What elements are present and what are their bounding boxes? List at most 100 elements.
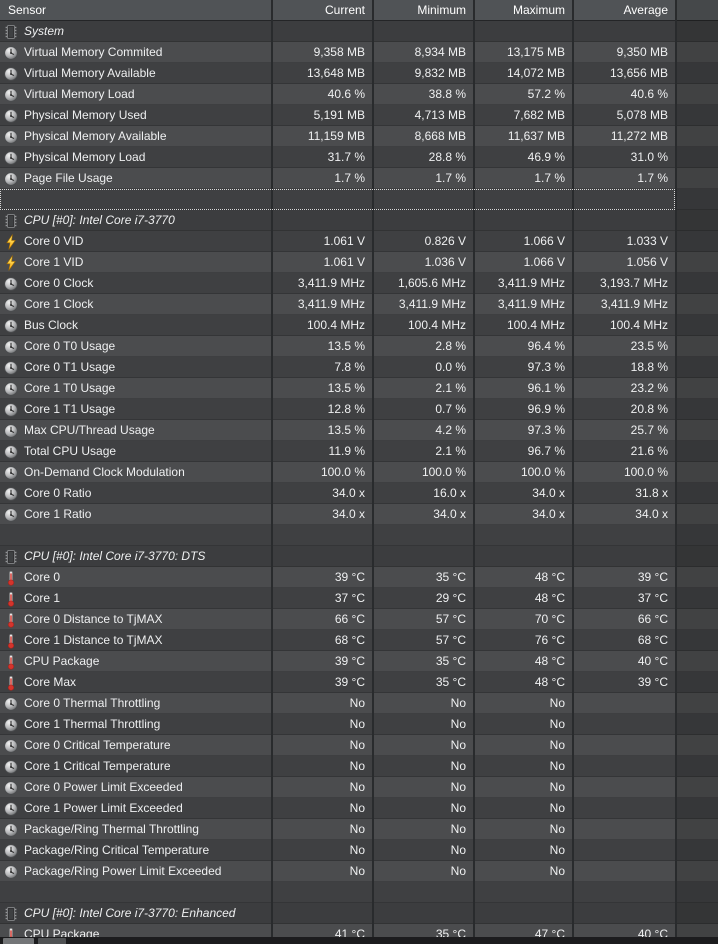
sensor-row[interactable]: Core 1 Thermal ThrottlingNoNoNo — [0, 714, 718, 735]
minimum-value-cell: 29 °C — [372, 588, 473, 609]
section-row[interactable]: System — [0, 21, 718, 42]
current-value-cell: 37 °C — [271, 588, 372, 609]
sensor-row[interactable]: Core 0 VID1.061 V0.826 V1.066 V1.033 V — [0, 231, 718, 252]
maximum-value-cell: 97.3 % — [473, 357, 572, 378]
column-header-minimum[interactable]: Minimum — [372, 0, 473, 21]
gauge-icon — [3, 45, 19, 61]
sensor-row[interactable]: Core 0 T1 Usage7.8 %0.0 %97.3 %18.8 % — [0, 357, 718, 378]
current-value-cell — [271, 189, 372, 210]
sensor-row[interactable]: Package/Ring Thermal ThrottlingNoNoNo — [0, 819, 718, 840]
row-right-strip — [675, 231, 718, 252]
sensor-cell — [0, 189, 271, 210]
sensor-row[interactable]: On-Demand Clock Modulation100.0 %100.0 %… — [0, 462, 718, 483]
sensor-row[interactable]: Core 1 Ratio34.0 x34.0 x34.0 x34.0 x — [0, 504, 718, 525]
maximum-value-cell: 3,411.9 MHz — [473, 273, 572, 294]
sensor-row[interactable]: Core 0 T0 Usage13.5 %2.8 %96.4 %23.5 % — [0, 336, 718, 357]
average-value-cell — [572, 210, 675, 231]
sensor-row[interactable]: Core 0 Power Limit ExceededNoNoNo — [0, 777, 718, 798]
gauge-icon — [3, 360, 19, 376]
sensor-row[interactable]: Core 0 Clock3,411.9 MHz1,605.6 MHz3,411.… — [0, 273, 718, 294]
sensor-row[interactable]: Virtual Memory Available13,648 MB9,832 M… — [0, 63, 718, 84]
sensor-cell: Virtual Memory Commited — [0, 42, 271, 63]
minimum-value-cell: No — [372, 714, 473, 735]
row-right-strip — [675, 714, 718, 735]
thermometer-icon — [3, 654, 19, 670]
empty-row[interactable] — [0, 882, 718, 903]
row-right-strip — [675, 483, 718, 504]
average-value-cell — [572, 546, 675, 567]
sensor-label: Core 1 T1 Usage — [24, 399, 271, 420]
column-header-sensor[interactable]: Sensor — [0, 0, 271, 21]
current-value-cell: 68 °C — [271, 630, 372, 651]
sensor-row[interactable]: Bus Clock100.4 MHz100.4 MHz100.4 MHz100.… — [0, 315, 718, 336]
toolbar-button-fragment[interactable] — [38, 938, 66, 944]
section-row[interactable]: CPU [#0]: Intel Core i7-3770: Enhanced — [0, 903, 718, 924]
sensor-row[interactable]: Core 1 Clock3,411.9 MHz3,411.9 MHz3,411.… — [0, 294, 718, 315]
section-row[interactable]: CPU [#0]: Intel Core i7-3770: DTS — [0, 546, 718, 567]
empty-row[interactable] — [0, 189, 718, 210]
sensor-row[interactable]: Virtual Memory Load40.6 %38.8 %57.2 %40.… — [0, 84, 718, 105]
gauge-icon — [3, 108, 19, 124]
sensor-row[interactable]: Physical Memory Used5,191 MB4,713 MB7,68… — [0, 105, 718, 126]
sensor-row[interactable]: Core 1 VID1.061 V1.036 V1.066 V1.056 V — [0, 252, 718, 273]
sensor-row[interactable]: Virtual Memory Commited9,358 MB8,934 MB1… — [0, 42, 718, 63]
row-right-strip — [675, 273, 718, 294]
row-right-strip — [675, 441, 718, 462]
sensor-label: Virtual Memory Commited — [24, 42, 271, 63]
column-header-maximum[interactable]: Maximum — [473, 0, 572, 21]
current-value-cell — [271, 546, 372, 567]
sensor-cell: Total CPU Usage — [0, 441, 271, 462]
sensor-row[interactable]: Core 1 Distance to TjMAX68 °C57 °C76 °C6… — [0, 630, 718, 651]
current-value-cell: 9,358 MB — [271, 42, 372, 63]
sensor-cell: Core 1 T0 Usage — [0, 378, 271, 399]
average-value-cell — [572, 882, 675, 903]
column-header-average[interactable]: Average — [572, 0, 675, 21]
sensor-row[interactable]: CPU Package39 °C35 °C48 °C40 °C — [0, 651, 718, 672]
current-value-cell: 34.0 x — [271, 504, 372, 525]
section-row[interactable]: CPU [#0]: Intel Core i7-3770 — [0, 210, 718, 231]
gauge-icon — [3, 66, 19, 82]
sensor-row[interactable]: Core 137 °C29 °C48 °C37 °C — [0, 588, 718, 609]
average-value-cell: 9,350 MB — [572, 42, 675, 63]
maximum-value-cell: 13,175 MB — [473, 42, 572, 63]
sensor-row[interactable]: Package/Ring Power Limit ExceededNoNoNo — [0, 861, 718, 882]
row-right-strip — [675, 294, 718, 315]
row-right-strip — [675, 609, 718, 630]
maximum-value-cell: No — [473, 861, 572, 882]
column-header-current[interactable]: Current — [271, 0, 372, 21]
minimum-value-cell: No — [372, 840, 473, 861]
sensor-row[interactable]: Core 1 T1 Usage12.8 %0.7 %96.9 %20.8 % — [0, 399, 718, 420]
average-value-cell: 40 °C — [572, 651, 675, 672]
gauge-icon — [3, 759, 19, 775]
maximum-value-cell — [473, 882, 572, 903]
sensor-row[interactable]: Core 039 °C35 °C48 °C39 °C — [0, 567, 718, 588]
sensor-row[interactable]: Core 0 Critical TemperatureNoNoNo — [0, 735, 718, 756]
sensor-cell: Physical Memory Used — [0, 105, 271, 126]
sensor-label: Core 1 Critical Temperature — [24, 756, 271, 777]
gauge-icon — [3, 297, 19, 313]
row-right-strip — [675, 672, 718, 693]
sensor-row[interactable]: Core 0 Ratio34.0 x16.0 x34.0 x31.8 x — [0, 483, 718, 504]
sensor-row[interactable]: Max CPU/Thread Usage13.5 %4.2 %97.3 %25.… — [0, 420, 718, 441]
sensor-row[interactable]: Page File Usage1.7 %1.7 %1.7 %1.7 % — [0, 168, 718, 189]
maximum-value-cell: 100.0 % — [473, 462, 572, 483]
sensor-row[interactable]: Core 0 Thermal ThrottlingNoNoNo — [0, 693, 718, 714]
sensor-row[interactable]: Core 0 Distance to TjMAX66 °C57 °C70 °C6… — [0, 609, 718, 630]
sensor-row[interactable]: Package/Ring Critical TemperatureNoNoNo — [0, 840, 718, 861]
sensor-row[interactable]: Core 1 T0 Usage13.5 %2.1 %96.1 %23.2 % — [0, 378, 718, 399]
sensor-row[interactable]: Physical Memory Load31.7 %28.8 %46.9 %31… — [0, 147, 718, 168]
minimum-value-cell: 28.8 % — [372, 147, 473, 168]
toolbar-button-fragment[interactable] — [3, 938, 34, 944]
current-value-cell: 1.7 % — [271, 168, 372, 189]
empty-row[interactable] — [0, 525, 718, 546]
minimum-value-cell: No — [372, 819, 473, 840]
sensor-label: Bus Clock — [24, 315, 271, 336]
row-right-strip — [675, 252, 718, 273]
sensor-row[interactable]: Core Max39 °C35 °C48 °C39 °C — [0, 672, 718, 693]
sensor-row[interactable]: Physical Memory Available11,159 MB8,668 … — [0, 126, 718, 147]
sensor-row[interactable]: Core 1 Power Limit ExceededNoNoNo — [0, 798, 718, 819]
current-value-cell — [271, 903, 372, 924]
sensor-row[interactable]: Total CPU Usage11.9 %2.1 %96.7 %21.6 % — [0, 441, 718, 462]
sensor-cell: Core 0 Thermal Throttling — [0, 693, 271, 714]
sensor-row[interactable]: Core 1 Critical TemperatureNoNoNo — [0, 756, 718, 777]
